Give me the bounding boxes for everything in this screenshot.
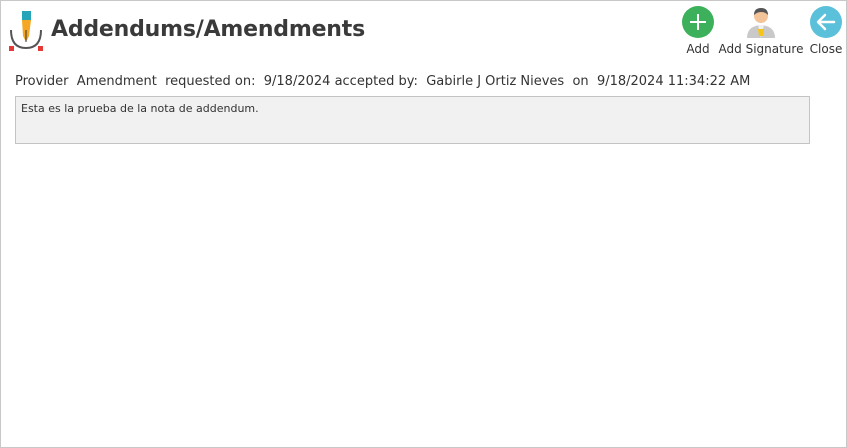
amendment-note-text: Esta es la prueba de la nota de addendum…: [21, 102, 259, 115]
accepted-datetime: 9/18/2024 11:34:22 AM: [596, 74, 751, 89]
close-button[interactable]: Close: [803, 5, 847, 59]
accepted-label: accepted by:: [334, 74, 418, 89]
add-signature-button-label: Add Signature: [718, 42, 804, 56]
amendment-type: Provider: [15, 74, 69, 89]
amendment-list: Provider Amendment requested on: 9/18/20…: [1, 63, 846, 447]
amendment-kind: Amendment: [76, 74, 157, 89]
accepted-by: Gabirle J Ortiz Nieves: [426, 74, 565, 89]
arrow-left-circle-icon: [810, 6, 842, 38]
pen-nib-icon: [9, 11, 43, 51]
close-button-label: Close: [809, 42, 843, 56]
addendums-window: Addendums/Amendments Add Add Signature C…: [0, 0, 847, 448]
plus-circle-icon: [682, 6, 714, 38]
requested-date: 9/18/2024: [263, 74, 331, 89]
window-title: Addendums/Amendments: [51, 17, 365, 42]
add-button[interactable]: Add: [673, 5, 723, 59]
user-signature-icon: [747, 8, 775, 38]
header: Addendums/Amendments Add Add Signature C…: [1, 1, 846, 63]
add-button-label: Add: [686, 42, 710, 56]
amendment-header: Provider Amendment requested on: 9/18/20…: [15, 74, 750, 89]
on-label: on: [572, 74, 589, 89]
requested-label: requested on:: [165, 74, 256, 89]
amendment-note-box[interactable]: Esta es la prueba de la nota de addendum…: [15, 96, 810, 144]
add-signature-button[interactable]: Add Signature: [717, 5, 805, 59]
